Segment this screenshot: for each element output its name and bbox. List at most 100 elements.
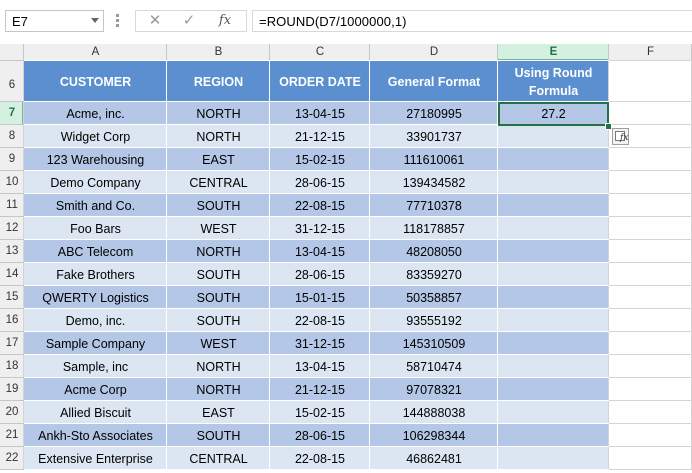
cell-date[interactable]: 28-06-15	[270, 263, 370, 286]
row-header-16[interactable]: 16	[0, 309, 24, 332]
name-box-dropdown-icon[interactable]	[91, 18, 99, 23]
cell-customer[interactable]: Sample Company	[24, 332, 167, 355]
cell-rounded[interactable]	[498, 286, 609, 309]
fx-icon[interactable]: fx	[212, 12, 238, 30]
cell-customer[interactable]: Extensive Enterprise	[24, 447, 167, 470]
cell-general[interactable]: 33901737	[370, 125, 498, 148]
row-header-21[interactable]: 21	[0, 424, 24, 447]
row-header-14[interactable]: 14	[0, 263, 24, 286]
cell-rounded[interactable]	[498, 332, 609, 355]
cell-rounded[interactable]	[498, 217, 609, 240]
cell-general[interactable]: 77710378	[370, 194, 498, 217]
cell-general[interactable]: 144888038	[370, 401, 498, 424]
cell-date[interactable]: 13-04-15	[270, 240, 370, 263]
row-header-18[interactable]: 18	[0, 355, 24, 378]
cell-customer[interactable]: Foo Bars	[24, 217, 167, 240]
row-header-6[interactable]: 6	[0, 61, 24, 102]
cell-customer[interactable]: Fake Brothers	[24, 263, 167, 286]
cell-general[interactable]: 46862481	[370, 447, 498, 470]
cell-customer[interactable]: ABC Telecom	[24, 240, 167, 263]
cell-region[interactable]: EAST	[167, 401, 270, 424]
column-header-f[interactable]: F	[609, 44, 692, 61]
column-header-c[interactable]: C	[270, 44, 370, 61]
cell-customer[interactable]: Acme Corp	[24, 378, 167, 401]
cell-general[interactable]: 106298344	[370, 424, 498, 447]
cell-date[interactable]: 21-12-15	[270, 125, 370, 148]
cell-region[interactable]: NORTH	[167, 240, 270, 263]
cell-region[interactable]: EAST	[167, 148, 270, 171]
cell-date[interactable]: 22-08-15	[270, 309, 370, 332]
row-header-9[interactable]: 9	[0, 148, 24, 171]
table-header-cell[interactable]: ORDER DATE	[270, 61, 370, 102]
row-header-17[interactable]: 17	[0, 332, 24, 355]
cell-date[interactable]: 31-12-15	[270, 332, 370, 355]
cell-general[interactable]: 139434582	[370, 171, 498, 194]
cell-customer[interactable]: Demo Company	[24, 171, 167, 194]
cell-general[interactable]: 48208050	[370, 240, 498, 263]
column-header-d[interactable]: D	[370, 44, 498, 61]
cell-date[interactable]: 13-04-15	[270, 102, 370, 125]
cell-date[interactable]: 15-01-15	[270, 286, 370, 309]
fill-handle[interactable]	[605, 123, 612, 130]
cell-customer[interactable]: Demo, inc.	[24, 309, 167, 332]
cell-customer[interactable]: Sample, inc	[24, 355, 167, 378]
column-header-e[interactable]: E	[498, 44, 609, 61]
row-header-7[interactable]: 7	[0, 102, 24, 125]
formula-input[interactable]: =ROUND(D7/1000000,1)	[252, 10, 692, 32]
cell-region[interactable]: NORTH	[167, 125, 270, 148]
cell-customer[interactable]: Ankh-Sto Associates	[24, 424, 167, 447]
cell-rounded[interactable]	[498, 263, 609, 286]
cell-date[interactable]: 22-08-15	[270, 194, 370, 217]
row-header-19[interactable]: 19	[0, 378, 24, 401]
row-header-11[interactable]: 11	[0, 194, 24, 217]
cell-region[interactable]: WEST	[167, 332, 270, 355]
cell-rounded[interactable]	[498, 171, 609, 194]
cell-general[interactable]: 50358857	[370, 286, 498, 309]
row-header-8[interactable]: 8	[0, 125, 24, 148]
cell-date[interactable]: 28-06-15	[270, 424, 370, 447]
cell-customer[interactable]: 123 Warehousing	[24, 148, 167, 171]
cell-region[interactable]: NORTH	[167, 102, 270, 125]
cell-customer[interactable]: Smith and Co.	[24, 194, 167, 217]
active-cell-e7[interactable]	[498, 102, 609, 126]
cell-date[interactable]: 22-08-15	[270, 447, 370, 470]
cell-general[interactable]: 93555192	[370, 309, 498, 332]
cell-date[interactable]: 15-02-15	[270, 401, 370, 424]
cell-region[interactable]: CENTRAL	[167, 447, 270, 470]
table-header-cell[interactable]: REGION	[167, 61, 270, 102]
cell-region[interactable]: SOUTH	[167, 194, 270, 217]
row-header-15[interactable]: 15	[0, 286, 24, 309]
cell-general[interactable]: 27180995	[370, 102, 498, 125]
cell-rounded[interactable]	[498, 424, 609, 447]
cancel-icon[interactable]: ✕	[142, 12, 168, 30]
cell-rounded[interactable]	[498, 447, 609, 470]
table-header-cell[interactable]: General Format	[370, 61, 498, 102]
cell-rounded[interactable]	[498, 309, 609, 332]
cell-date[interactable]: 15-02-15	[270, 148, 370, 171]
cell-region[interactable]: NORTH	[167, 355, 270, 378]
column-header-a[interactable]: A	[24, 44, 167, 61]
cell-general[interactable]: 58710474	[370, 355, 498, 378]
table-header-cell[interactable]: CUSTOMER	[24, 61, 167, 102]
cell-general[interactable]: 145310509	[370, 332, 498, 355]
cell-region[interactable]: SOUTH	[167, 309, 270, 332]
cell-date[interactable]: 13-04-15	[270, 355, 370, 378]
cell-date[interactable]: 28-06-15	[270, 171, 370, 194]
cell-region[interactable]: WEST	[167, 217, 270, 240]
cell-rounded[interactable]	[498, 148, 609, 171]
cell-rounded[interactable]	[498, 240, 609, 263]
cell-rounded[interactable]	[498, 355, 609, 378]
cell-customer[interactable]: QWERTY Logistics	[24, 286, 167, 309]
name-box[interactable]: E7	[5, 10, 104, 32]
cell-rounded[interactable]	[498, 125, 609, 148]
cell-general[interactable]: 111610061	[370, 148, 498, 171]
cell-rounded[interactable]	[498, 378, 609, 401]
cell-region[interactable]: SOUTH	[167, 424, 270, 447]
cell-region[interactable]: SOUTH	[167, 263, 270, 286]
cell-customer[interactable]: Widget Corp	[24, 125, 167, 148]
row-header-10[interactable]: 10	[0, 171, 24, 194]
cell-date[interactable]: 31-12-15	[270, 217, 370, 240]
cell-date[interactable]: 21-12-15	[270, 378, 370, 401]
enter-icon[interactable]: ✓	[176, 12, 202, 30]
spreadsheet-grid[interactable]: A B C D E F 6 7 8 9 10 11 12 13 14 15 16 17 18 19 20 21 22 CUST…	[0, 44, 692, 473]
